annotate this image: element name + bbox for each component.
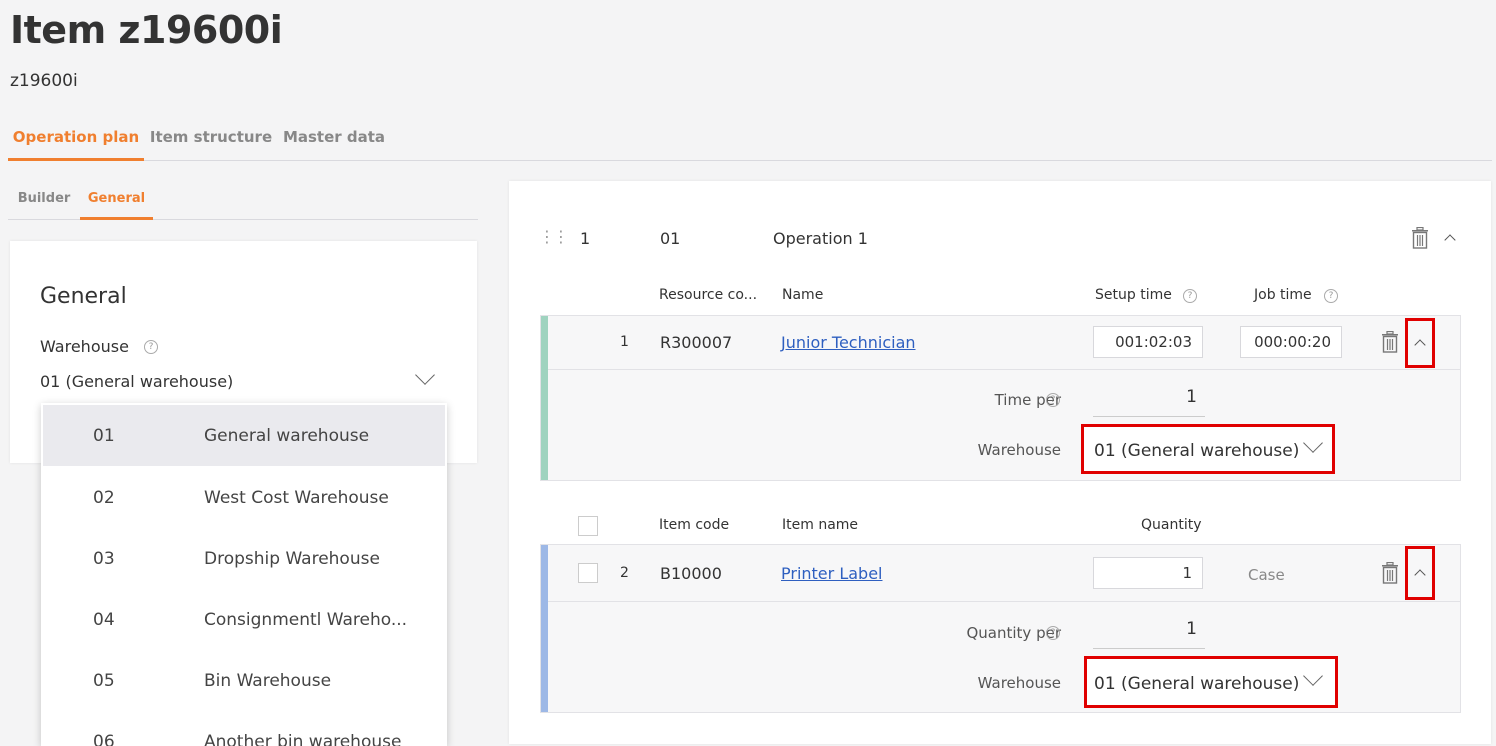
warehouse-label: Warehouse [977, 441, 1061, 459]
operation-name: Operation 1 [773, 229, 868, 248]
general-title: General [40, 284, 127, 309]
option-name: Bin Warehouse [204, 671, 332, 691]
delete-operation-trash-icon[interactable] [1411, 226, 1429, 253]
setup-time-input[interactable]: 001:02:03 [1093, 326, 1203, 358]
operation-panel: ⋮⋮ 1 01 Operation 1 Resource co... Name … [509, 181, 1491, 744]
resource-name-header: Name [782, 287, 824, 303]
divider [548, 369, 1460, 370]
unit-label: Case [1248, 566, 1285, 584]
job-time-header: Job time [1254, 287, 1312, 303]
operation-seq: 1 [580, 229, 591, 248]
time-per-input[interactable]: 1 [1093, 387, 1205, 417]
warehouse-select-value: 01 (General warehouse) [1094, 441, 1300, 461]
tab-general[interactable]: General [80, 182, 153, 220]
collapse-operation-chevron-up-icon[interactable] [1444, 234, 1456, 246]
warehouse-select-value: 01 (General warehouse) [40, 372, 234, 391]
item-index: 2 [620, 565, 629, 581]
time-per-label: Time per [994, 391, 1061, 409]
item-warehouse-select[interactable]: 01 (General warehouse) [1084, 656, 1338, 708]
resource-warehouse-select[interactable]: 01 (General warehouse) [1081, 424, 1335, 474]
drag-handle-icon[interactable]: ⋮⋮ [539, 227, 569, 246]
option-name: Dropship Warehouse [204, 549, 380, 569]
resource-name-link[interactable]: Junior Technician [781, 333, 916, 352]
setup-time-header: Setup time [1095, 287, 1172, 303]
job-time-input[interactable]: 000:00:20 [1240, 326, 1342, 358]
tab-operation-plan[interactable]: Operation plan [8, 118, 144, 161]
chevron-up-icon [1414, 339, 1426, 351]
option-code: 03 [93, 549, 115, 569]
dropdown-option-04[interactable]: 04 Consignmentl Wareho... [43, 589, 445, 650]
item-name-header: Item name [782, 517, 859, 533]
select-all-checkbox[interactable] [578, 516, 598, 536]
option-code: 05 [93, 671, 115, 691]
delete-item-trash-icon[interactable] [1381, 561, 1399, 588]
chevron-down-icon [1303, 666, 1323, 686]
option-name: General warehouse [204, 426, 370, 446]
tab-builder[interactable]: Builder [8, 182, 80, 220]
dropdown-option-06[interactable]: 06 Another bin warehouse [43, 711, 445, 746]
main-tabs: Operation plan Item structure Master dat… [8, 118, 1492, 161]
warehouse-dropdown: 01 General warehouse 02 West Cost Wareho… [41, 403, 447, 746]
item-color-bar [541, 545, 548, 712]
operation-code: 01 [660, 229, 681, 248]
item-row-block: 2 B10000 Printer Label 1 Case Quantity p… [540, 544, 1461, 713]
resource-index: 1 [620, 334, 629, 350]
warehouse-select[interactable]: 01 (General warehouse) [40, 365, 445, 400]
option-name: West Cost Warehouse [204, 488, 389, 508]
chevron-down-icon [1303, 433, 1323, 453]
resource-color-bar [541, 316, 548, 480]
resource-row-block: 1 R300007 Junior Technician 001:02:03 00… [540, 315, 1461, 481]
warehouse-select-value: 01 (General warehouse) [1094, 674, 1300, 694]
delete-resource-trash-icon[interactable] [1381, 330, 1399, 357]
dropdown-option-05[interactable]: 05 Bin Warehouse [43, 650, 445, 711]
option-name: Another bin warehouse [204, 732, 402, 746]
dropdown-option-01[interactable]: 01 General warehouse [43, 405, 445, 466]
divider [548, 601, 1460, 602]
item-code-header: Item code [659, 517, 730, 533]
tab-item-structure[interactable]: Item structure [144, 118, 278, 161]
option-code: 04 [93, 610, 115, 630]
tab-master-data[interactable]: Master data [278, 118, 390, 161]
warehouse-label: Warehouse [977, 674, 1061, 692]
chevron-down-icon [415, 365, 435, 385]
chevron-up-icon [1414, 569, 1426, 581]
quantity-per-label: Quantity per [966, 624, 1061, 642]
option-code: 01 [93, 426, 115, 446]
sub-tabs: Builder General [8, 182, 478, 220]
item-code: B10000 [660, 564, 722, 583]
collapse-resource-toggle[interactable] [1405, 318, 1435, 368]
dropdown-option-02[interactable]: 02 West Cost Warehouse [43, 467, 445, 528]
option-name: Consignmentl Wareho... [204, 610, 408, 630]
help-icon[interactable]: ? [1183, 289, 1197, 303]
quantity-input[interactable]: 1 [1093, 557, 1203, 589]
dropdown-option-03[interactable]: 03 Dropship Warehouse [43, 528, 445, 589]
quantity-header: Quantity [1141, 517, 1202, 533]
page-title: Item z19600i [10, 8, 283, 52]
resource-code: R300007 [660, 333, 733, 352]
quantity-per-input[interactable]: 1 [1093, 619, 1205, 649]
help-icon[interactable]: ? [144, 340, 158, 354]
item-name-link[interactable]: Printer Label [781, 564, 882, 583]
option-code: 06 [93, 732, 115, 746]
page-subtitle: z19600i [10, 71, 78, 91]
collapse-item-toggle[interactable] [1405, 546, 1435, 600]
option-code: 02 [93, 488, 115, 508]
help-icon[interactable]: ? [1046, 393, 1060, 407]
resource-code-header: Resource co... [659, 287, 758, 303]
warehouse-label: Warehouse [40, 337, 129, 356]
help-icon[interactable]: ? [1324, 289, 1338, 303]
help-icon[interactable]: ? [1046, 626, 1060, 640]
item-row-checkbox[interactable] [578, 563, 598, 583]
